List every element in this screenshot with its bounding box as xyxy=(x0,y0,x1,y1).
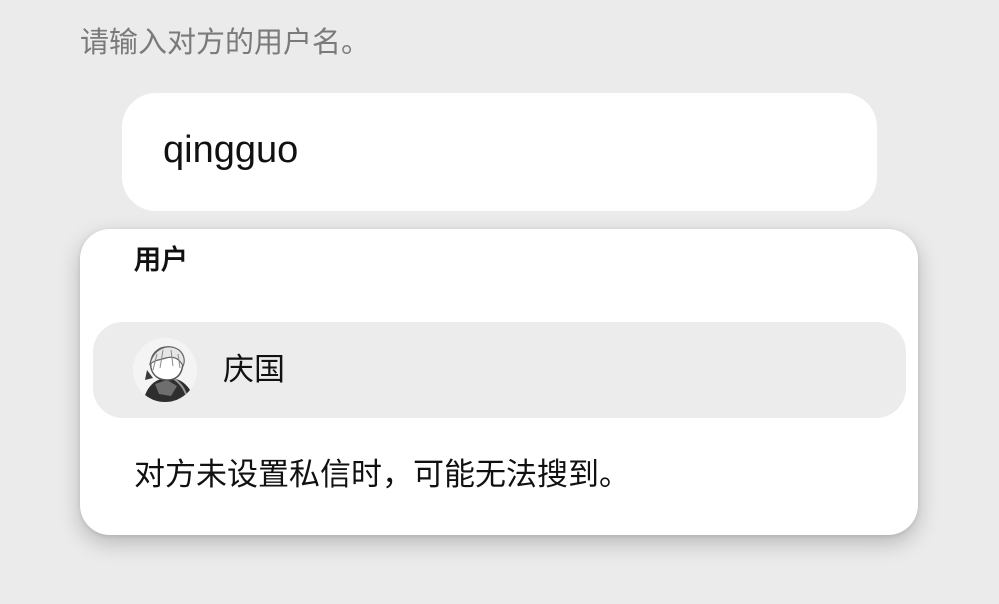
user-avatar-image xyxy=(133,338,197,402)
username-search-input[interactable] xyxy=(163,124,843,176)
user-name: 庆国 xyxy=(223,352,285,388)
username-prompt: 请输入对方的用户名。 xyxy=(80,25,371,59)
search-hint-note: 对方未设置私信时，可能无法搜到。 xyxy=(134,457,630,493)
users-section-title: 用户 xyxy=(134,245,188,276)
search-suggestions-panel: 用户 庆国 对方未设置私信时，可能无法搜到。 xyxy=(80,229,918,535)
user-result-item[interactable]: 庆国 xyxy=(93,322,906,418)
avatar xyxy=(133,338,197,402)
username-search-box[interactable] xyxy=(122,93,877,211)
